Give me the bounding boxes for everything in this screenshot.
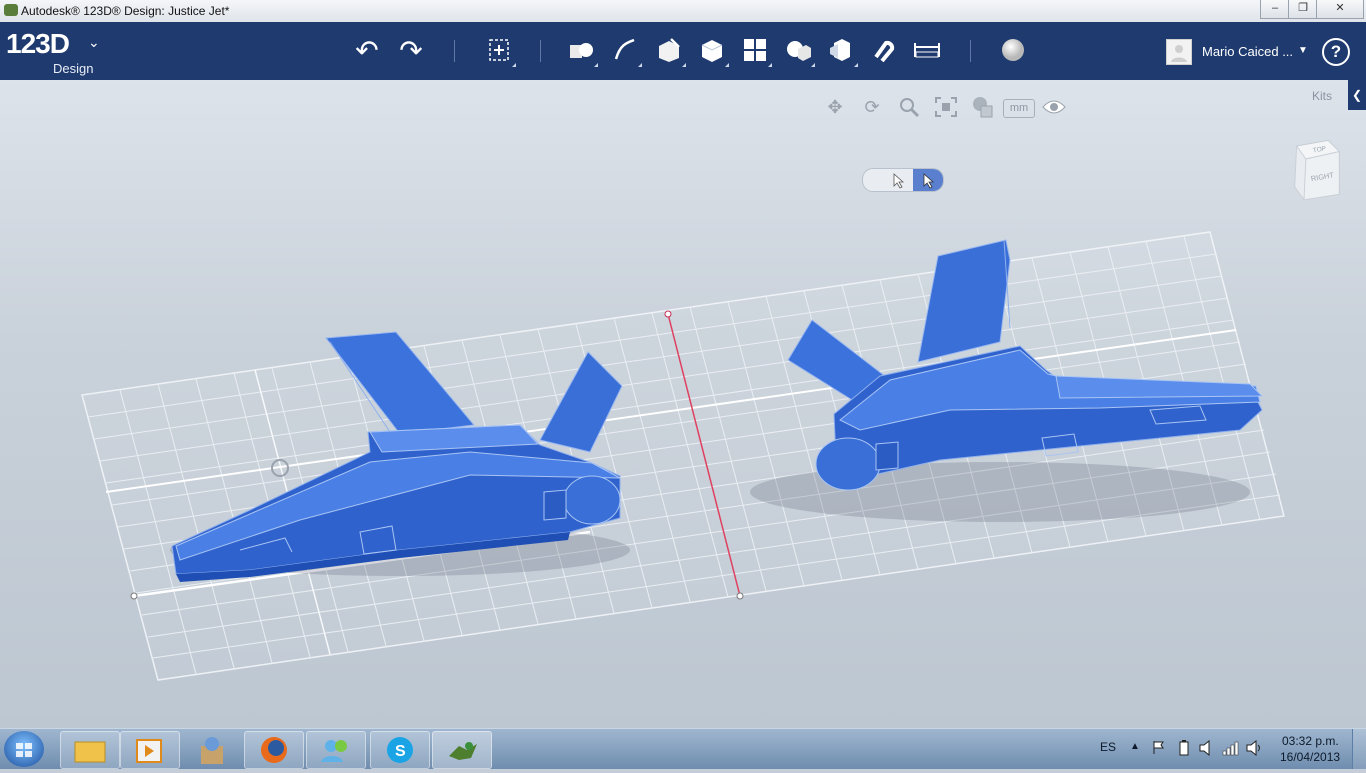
skype-icon[interactable]: S [370, 731, 430, 769]
user-name[interactable]: Mario Caiced ... [1202, 44, 1293, 59]
construct-icon[interactable] [654, 35, 686, 67]
primitives-icon[interactable] [566, 35, 598, 67]
sketch-icon[interactable] [610, 35, 642, 67]
os-taskbar: S ES ▲ 03:32 p.m. 16/04/2013 [0, 728, 1366, 769]
clock-date[interactable]: 16/04/2013 [1280, 750, 1340, 764]
logo-text: 123D [6, 28, 70, 59]
toolbar-divider [970, 40, 971, 62]
language-indicator[interactable]: ES [1100, 740, 1116, 754]
snap-icon[interactable] [868, 35, 898, 65]
chevron-down-icon: ⌄ [88, 34, 100, 50]
main-toolbar: 123D ⌄ Design ↶ ↷ Mario Caiced ... ▼ ? [0, 22, 1366, 80]
toolbar-divider [540, 40, 541, 62]
avatar[interactable] [1166, 39, 1192, 65]
maximize-button[interactable]: ❐ [1288, 0, 1318, 19]
undo-icon[interactable]: ↶ [352, 35, 382, 66]
start-button[interactable] [4, 731, 44, 767]
window-title: Autodesk® 123D® Design: Justice Jet* [21, 4, 230, 18]
123d-design-taskbar-icon[interactable] [432, 731, 492, 769]
window-titlebar: Autodesk® 123D® Design: Justice Jet* – ❐… [0, 0, 1366, 23]
volume-icon[interactable] [1198, 739, 1216, 759]
help-button[interactable]: ? [1322, 38, 1350, 66]
minimize-button[interactable]: – [1260, 0, 1290, 19]
transform-icon[interactable] [484, 35, 516, 67]
pattern-icon[interactable] [740, 35, 772, 67]
3d-viewport[interactable]: ✥ ⟳ mm Kits ❮ TOP RIGHT [0, 80, 1366, 728]
chevron-down-icon[interactable]: ▼ [1298, 45, 1308, 56]
explorer-icon[interactable] [60, 731, 120, 769]
svg-text:S: S [395, 743, 406, 760]
show-desktop-button[interactable] [1352, 729, 1366, 769]
network-signal-icon[interactable] [1222, 740, 1240, 759]
grouping-icon[interactable] [783, 35, 815, 67]
speaker-icon[interactable] [1246, 739, 1262, 759]
media-player-icon[interactable] [120, 731, 180, 769]
material-icon[interactable] [998, 35, 1028, 65]
measure-icon[interactable] [912, 35, 942, 65]
scene [81, 231, 1285, 681]
firefox-icon[interactable] [244, 731, 304, 769]
app-logo-menu[interactable]: 123D ⌄ Design [6, 28, 100, 76]
app-icon [4, 4, 18, 16]
messenger-icon[interactable] [306, 731, 366, 769]
action-center-flag-icon[interactable] [1152, 740, 1166, 757]
redo-icon[interactable]: ↷ [396, 35, 426, 66]
modify-icon[interactable] [697, 35, 729, 67]
tray-expand-icon[interactable]: ▲ [1130, 741, 1140, 752]
close-button[interactable]: ✕ [1316, 0, 1364, 19]
toolbar-divider [454, 40, 455, 62]
app-icon-generic[interactable] [182, 731, 242, 769]
logo-subtitle: Design [53, 61, 94, 76]
battery-icon[interactable] [1178, 740, 1190, 759]
combine-icon[interactable] [826, 35, 858, 67]
clock-time[interactable]: 03:32 p.m. [1282, 734, 1339, 748]
ground-grid [81, 231, 1285, 681]
